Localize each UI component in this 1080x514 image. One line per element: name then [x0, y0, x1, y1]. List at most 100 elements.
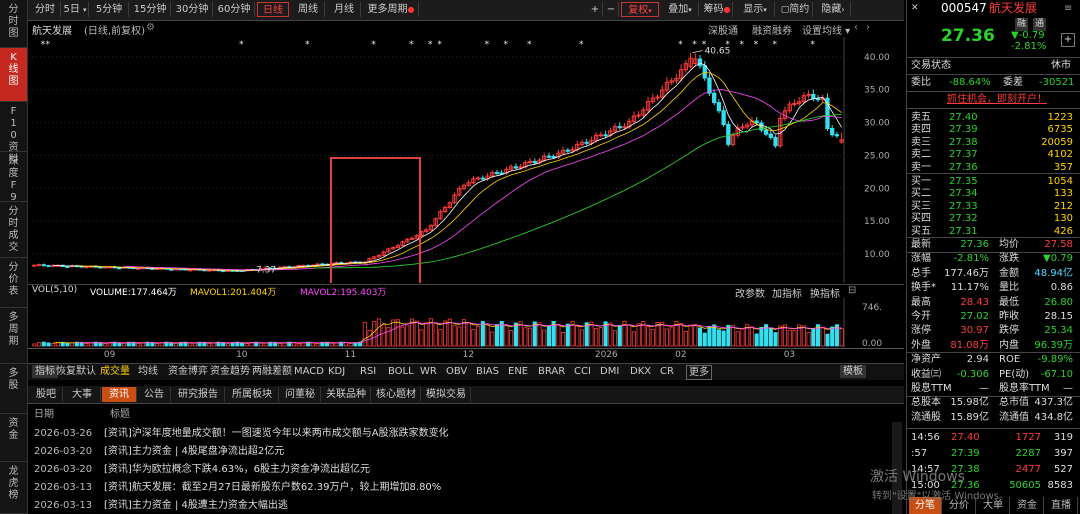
news-tab-2[interactable]: 资讯	[102, 387, 137, 402]
news-item[interactable]: 2026-03-20 [资讯]华为欧拉概念下跌4.63%，6股主力资金净流出超亿元	[34, 460, 370, 475]
news-title[interactable]: 主力资金 | 4股遭主力资金大幅出逃	[132, 500, 288, 511]
event-marker-icon[interactable]: *	[754, 40, 759, 50]
indicator-tab-5[interactable]: 资金趋势	[210, 365, 250, 378]
news-tab-5[interactable]: 所属板块	[226, 387, 279, 402]
news-tab-4[interactable]: 研究报告	[172, 387, 225, 402]
event-marker-icon[interactable]: *	[579, 40, 584, 50]
sidebar-tab-multi-period[interactable]: 多周期	[0, 308, 27, 364]
overlay-button[interactable]: 叠加▾	[662, 2, 699, 17]
event-marker-icon[interactable]: *	[527, 40, 532, 50]
indicator-tab-13[interactable]: BIAS	[476, 365, 499, 378]
link-margin[interactable]: 融资融券	[752, 22, 792, 37]
sidebar-tab-multi-stock[interactable]: 多股	[0, 364, 27, 414]
zoom-out-button[interactable]: −	[604, 2, 619, 17]
period-60min[interactable]: 60分钟	[214, 2, 255, 17]
link-hk-connect[interactable]: 深股通	[708, 22, 738, 37]
indicator-tab-0[interactable]: 指标	[32, 365, 58, 378]
sidebar-tab-f10[interactable]: F10资料	[0, 102, 27, 165]
event-marker-icon[interactable]: *	[740, 40, 745, 50]
zoom-in-button[interactable]: +	[588, 2, 603, 17]
indicator-tab-18[interactable]: DKX	[630, 365, 651, 378]
indicator-tab-12[interactable]: OBV	[446, 365, 467, 378]
event-marker-icon[interactable]: *	[437, 40, 442, 50]
event-marker-icon[interactable]: *	[810, 40, 815, 50]
indicator-tab-9[interactable]: RSI	[360, 365, 376, 378]
indicator-tab-4[interactable]: 资金博弈	[168, 365, 208, 378]
period-5min[interactable]: 5分钟	[90, 2, 129, 17]
date-axis[interactable]: 09 10 11 12 2026 02 03	[28, 348, 904, 363]
event-marker-icon[interactable]: *	[485, 40, 490, 50]
indicator-tab-20[interactable]: 更多	[686, 365, 712, 380]
news-item[interactable]: 2026-03-26 [资讯]沪深年度地量成交额！一图速览今年以来两市成交额与A股…	[34, 424, 449, 439]
sidebar-tab-price-table[interactable]: 分价表	[0, 258, 27, 308]
display-button[interactable]: 显示▾	[736, 2, 775, 17]
news-tab-9[interactable]: 模拟交易	[422, 387, 471, 402]
period-15min[interactable]: 15分钟	[130, 2, 171, 17]
news-title[interactable]: 华为欧拉概念下跌4.63%，6股主力资金净流出超亿元	[132, 464, 370, 475]
prev-arrow-icon[interactable]: ‹	[854, 22, 858, 33]
indicator-tab-2[interactable]: 成交量	[100, 365, 130, 378]
event-marker-icon[interactable]: *	[371, 40, 376, 50]
period-30min[interactable]: 30分钟	[172, 2, 213, 17]
period-daily[interactable]: 日线	[257, 2, 289, 17]
period-timeshare[interactable]: 分时	[30, 2, 61, 17]
collapse-icon[interactable]: ⊟	[848, 285, 856, 296]
news-tab-7[interactable]: 关联品种	[322, 387, 371, 402]
panel-tab-3[interactable]: 资金	[1011, 497, 1044, 514]
indicator-tab-15[interactable]: BRAR	[538, 365, 565, 378]
event-marker-icon[interactable]: *	[305, 40, 310, 50]
news-item[interactable]: 2026-03-20 [资讯]主力资金 | 4股尾盘净流出超2亿元	[34, 442, 284, 457]
indicator-tab-17[interactable]: DMI	[600, 365, 619, 378]
event-marker-icon[interactable]: *	[692, 40, 697, 50]
news-item[interactable]: 2026-03-13 [资讯]航天发展：截至2月27日最新股东户数62.39万户，…	[34, 478, 441, 493]
indicator-tab-6[interactable]: 两融差额	[252, 365, 292, 378]
candlestick-chart[interactable]: 10.0015.0020.0025.0030.0035.0040.007.374…	[28, 37, 904, 283]
period-5day[interactable]: 5日 ▾	[62, 2, 89, 17]
chips-button[interactable]: 筹码●	[702, 2, 733, 17]
indicator-tab-11[interactable]: WR	[420, 365, 437, 378]
news-tab-8[interactable]: 核心题材	[372, 387, 421, 402]
indicator-tab-21[interactable]: 模板	[840, 365, 866, 378]
news-tab-1[interactable]: 大事	[64, 387, 101, 402]
event-marker-icon[interactable]: *	[678, 40, 683, 50]
indicator-tab-10[interactable]: BOLL	[388, 365, 414, 378]
adjust-button[interactable]: 复权▾	[621, 2, 659, 17]
next-arrow-icon[interactable]: ›	[866, 22, 870, 33]
sidebar-tab-kline[interactable]: K线图	[0, 48, 27, 102]
sidebar-tab-funds[interactable]: 资金	[0, 414, 27, 462]
sidebar-tab-timeshare[interactable]: 分时图	[0, 0, 27, 48]
news-tab-6[interactable]: 问董秘	[280, 387, 321, 402]
news-tab-0[interactable]: 股吧	[30, 387, 63, 402]
event-marker-icon[interactable]: *	[702, 40, 707, 50]
event-marker-icon[interactable]: *	[428, 40, 433, 50]
indicator-tab-16[interactable]: CCI	[574, 365, 591, 378]
simple-button[interactable]: ▢简约	[778, 2, 813, 17]
period-more[interactable]: 更多周期●	[364, 2, 419, 17]
event-marker-icon[interactable]: *	[409, 40, 414, 50]
news-item[interactable]: 2026-03-13 [资讯]主力资金 | 4股遭主力资金大幅出逃	[34, 496, 288, 511]
event-marker-icon[interactable]: *	[503, 40, 508, 50]
event-marker-icon[interactable]: *	[46, 40, 51, 50]
indicator-tab-7[interactable]: MACD	[294, 365, 324, 378]
period-weekly[interactable]: 周线	[292, 2, 325, 17]
sidebar-tab-depth[interactable]: 深度F9	[0, 152, 27, 203]
news-title[interactable]: 航天发展：截至2月27日最新股东户数62.39万户，较上期增加8.80%	[132, 482, 441, 493]
indicator-tab-8[interactable]: KDJ	[328, 365, 345, 378]
news-title[interactable]: 沪深年度地量成交额！一图速览今年以来两市成交额与A股涨跌家数变化	[132, 428, 449, 439]
panel-tab-4[interactable]: 直播	[1045, 497, 1078, 514]
event-marker-icon[interactable]: *	[725, 40, 730, 50]
sidebar-tab-lhb[interactable]: 龙虎榜	[0, 462, 27, 514]
indicator-tab-14[interactable]: ENE	[508, 365, 528, 378]
link-set-ma[interactable]: 设置均线 ▾	[802, 22, 850, 37]
news-title[interactable]: 主力资金 | 4股尾盘净流出超2亿元	[132, 446, 284, 457]
indicator-tab-1[interactable]: 恢复默认	[56, 365, 96, 378]
event-marker-icon[interactable]: *	[773, 40, 778, 50]
event-marker-icon[interactable]: *	[239, 40, 244, 50]
settings-gear-icon[interactable]: ⚙	[146, 22, 155, 33]
period-monthly[interactable]: 月线	[328, 2, 361, 17]
indicator-tab-3[interactable]: 均线	[138, 365, 158, 378]
hide-button[interactable]: 隐藏›	[816, 2, 851, 17]
sidebar-tab-trades[interactable]: 分时成交	[0, 202, 27, 258]
indicator-tab-19[interactable]: CR	[660, 365, 674, 378]
news-tab-3[interactable]: 公告	[138, 387, 171, 402]
